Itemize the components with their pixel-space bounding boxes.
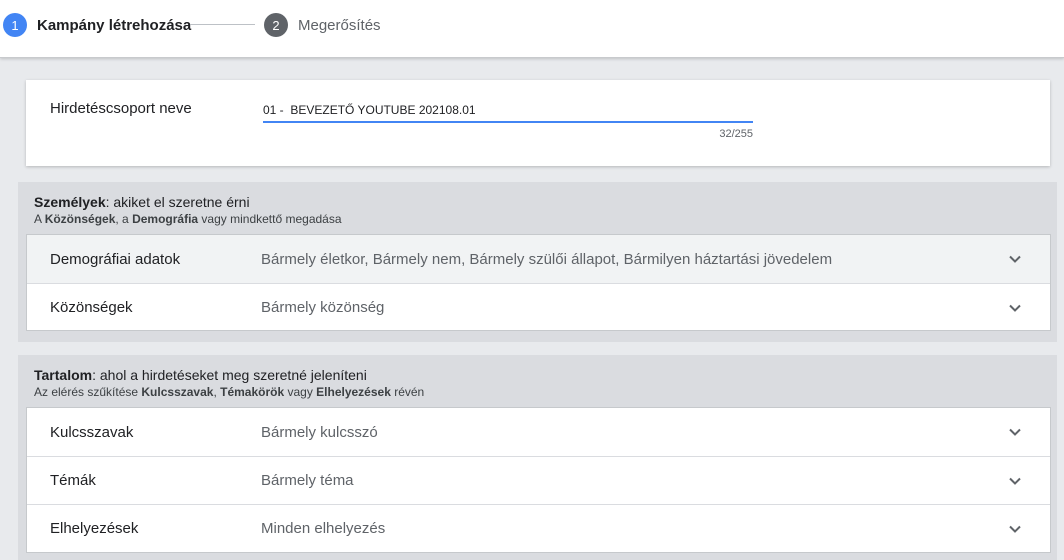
people-sub-text: A (34, 212, 45, 226)
people-panel: Demográfiai adatok Bármely életkor, Bárm… (26, 234, 1051, 331)
stepper: 1 Kampány létrehozása 2 Megerősítés (0, 0, 1064, 58)
audiences-value: Bármely közönség (261, 299, 385, 316)
content-section-title: Tartalom: ahol a hirdetéseket meg szeret… (34, 367, 367, 383)
adgroup-name-card: Hirdetéscsoport neve 32/255 (26, 80, 1050, 166)
content-sub-bold-keywords: Kulcsszavak (141, 385, 214, 399)
demographics-label: Demográfiai adatok (50, 250, 181, 268)
content-sub-bold-placements: Elhelyezések (316, 385, 391, 399)
content-title-rest: : ahol a hirdetéseket meg szeretné jelen… (92, 367, 367, 383)
content-section-subtitle: Az elérés szűkítése Kulcsszavak, Témakör… (34, 385, 424, 399)
content-panel: Kulcsszavak Bármely kulcsszó Témák Bárme… (26, 407, 1051, 553)
content-title-bold: Tartalom (34, 367, 93, 383)
placements-label: Elhelyezések (50, 520, 139, 537)
adgroup-name-label: Hirdetéscsoport neve (50, 100, 192, 117)
topics-label: Témák (50, 472, 96, 489)
topics-row[interactable]: Témák Bármely téma (27, 456, 1050, 504)
demographics-value: Bármely életkor, Bármely nem, Bármely sz… (261, 250, 833, 268)
people-section-title: Személyek: akiket el szeretne érni (34, 194, 250, 210)
people-title-bold: Személyek (34, 194, 106, 210)
placements-value: Minden elhelyezés (261, 520, 386, 537)
content-sub-text: Az elérés szűkítése (34, 385, 142, 399)
content-sub-text: vagy (284, 385, 317, 399)
chevron-down-icon[interactable] (1008, 425, 1022, 439)
people-title-rest: : akiket el szeretne érni (105, 194, 250, 210)
demographics-row[interactable]: Demográfiai adatok Bármely életkor, Bárm… (27, 235, 1050, 283)
chevron-down-icon[interactable] (1008, 252, 1022, 266)
people-section-subtitle: A Közönségek, a Demográfia vagy mindkett… (34, 212, 342, 226)
adgroup-name-counter: 32/255 (719, 128, 753, 140)
step-2[interactable]: 2 Megerősítés (264, 13, 381, 37)
people-sub-text: vagy mindkettő megadása (198, 212, 342, 226)
step-2-label: Megerősítés (298, 16, 381, 34)
keywords-value: Bármely kulcsszó (261, 423, 378, 441)
audiences-row[interactable]: Közönségek Bármely közönség (27, 283, 1050, 331)
audiences-label: Közönségek (50, 299, 133, 316)
chevron-down-icon[interactable] (1008, 474, 1022, 488)
step-1-number: 1 (3, 13, 27, 37)
adgroup-name-input[interactable] (263, 98, 753, 123)
people-section: Személyek: akiket el szeretne érni A Köz… (18, 182, 1057, 342)
placements-row[interactable]: Elhelyezések Minden elhelyezés (27, 504, 1050, 552)
step-1[interactable]: 1 Kampány létrehozása (3, 13, 191, 37)
step-connector (190, 24, 255, 25)
step-1-label: Kampány létrehozása (37, 16, 192, 34)
people-sub-text: , a (115, 212, 133, 226)
content-section: Tartalom: ahol a hirdetéseket meg szeret… (18, 355, 1057, 560)
content-sub-text: révén (390, 385, 425, 399)
content-sub-bold-topics: Témakörök (220, 385, 285, 399)
keywords-row[interactable]: Kulcsszavak Bármely kulcsszó (27, 408, 1050, 456)
keywords-label: Kulcsszavak (50, 423, 134, 441)
chevron-down-icon[interactable] (1008, 522, 1022, 536)
step-2-number: 2 (264, 13, 288, 37)
chevron-down-icon[interactable] (1008, 301, 1022, 315)
topics-value: Bármely téma (261, 472, 354, 489)
people-sub-bold-audiences: Közönségek (44, 212, 116, 226)
people-sub-bold-demographics: Demográfia (132, 212, 199, 226)
